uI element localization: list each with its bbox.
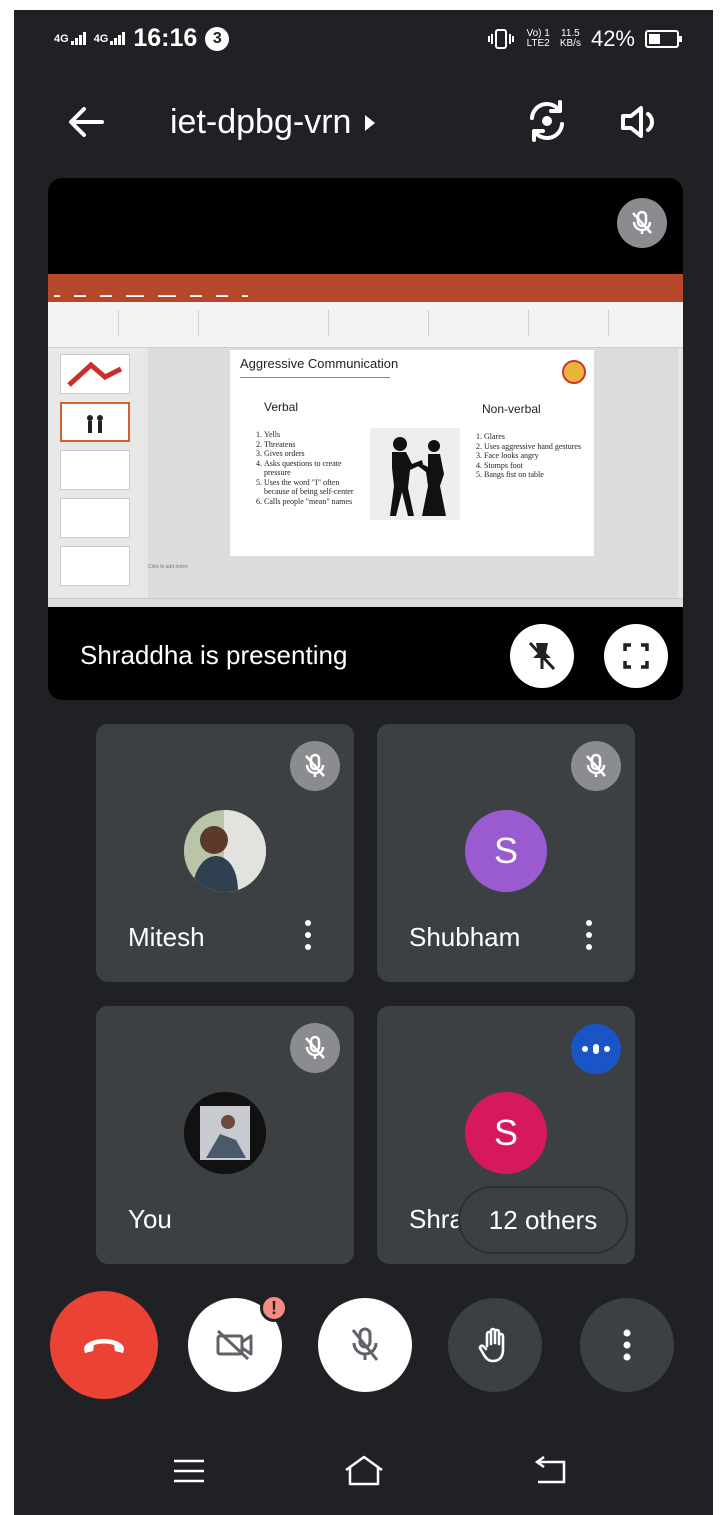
raise-hand-button[interactable]	[448, 1298, 542, 1392]
others-button[interactable]: 12 others	[460, 1188, 626, 1252]
slide-thumbnail	[60, 354, 130, 394]
recents-menu-icon[interactable]	[172, 1458, 206, 1484]
participant-name: Mitesh	[128, 922, 205, 952]
speaking-indicator-icon	[571, 1024, 621, 1074]
participant-tile-self[interactable]: You	[96, 1006, 354, 1264]
more-vert-icon[interactable]	[296, 916, 320, 954]
nonverbal-list: Glares Uses aggressive hand gestures Fac…	[470, 432, 588, 480]
fullscreen-icon[interactable]	[604, 624, 668, 688]
argument-silhouette-image	[370, 428, 460, 520]
more-options-icon	[623, 1329, 631, 1361]
ppt-ribbon	[48, 302, 683, 348]
meeting-code: iet-dpbg-vrn	[170, 103, 352, 141]
meeting-title[interactable]: iet-dpbg-vrn	[170, 103, 376, 142]
participant-name: Shra	[409, 1204, 464, 1234]
slide-notes: Click to add notes	[148, 564, 188, 570]
caret-right-icon	[365, 114, 376, 131]
mic-off-icon	[351, 1327, 379, 1361]
raise-hand-icon	[478, 1327, 505, 1363]
camera-button[interactable]: !	[188, 1294, 288, 1392]
unpin-icon[interactable]	[510, 624, 574, 688]
battery-icon	[645, 30, 682, 48]
participant-name: Shubham	[409, 922, 521, 952]
slide-canvas: Aggressive Communication Verbal Non-verb…	[148, 348, 678, 598]
presenter-label: Shraddha is presenting	[80, 640, 348, 670]
more-options-button[interactable]	[580, 1298, 674, 1392]
avatar: S	[465, 810, 547, 892]
clock: 16:16	[133, 24, 198, 52]
microphone-button[interactable]	[318, 1298, 412, 1392]
back-arrow-icon[interactable]	[64, 100, 108, 144]
participant-name: You	[128, 1204, 172, 1234]
battery-percent: 42%	[590, 26, 635, 51]
ppt-status-bar	[48, 598, 683, 607]
vibrate-icon	[488, 29, 515, 49]
back-nav-icon[interactable]	[532, 1456, 568, 1486]
current-slide: Aggressive Communication Verbal Non-verb…	[230, 350, 594, 556]
nonverbal-heading: Non-verbal	[482, 402, 541, 416]
signal-1-icon: 4G	[54, 32, 86, 45]
volte-indicator: Vo) 1 LTE2	[526, 28, 550, 49]
ppt-ribbon-tabs: ▬ ▬▬ ▬▬ ▬▬▬ ▬▬▬ ▬▬ ▬▬ ▬	[48, 290, 683, 302]
ppt-titlebar	[48, 274, 683, 290]
slide-thumbnail-selected	[60, 402, 130, 442]
participant-tile[interactable]: Mitesh	[96, 724, 354, 982]
signal-2-icon: 4G	[94, 32, 126, 45]
participant-tile[interactable]: S Shubham	[377, 724, 635, 982]
speaker-icon[interactable]	[618, 100, 662, 144]
avatar	[184, 1092, 266, 1174]
slide-thumbnails	[48, 348, 144, 598]
notification-badge: 3	[205, 26, 230, 51]
end-call-button[interactable]	[50, 1291, 158, 1399]
meeting-header: iet-dpbg-vrn	[14, 86, 713, 156]
home-icon[interactable]	[342, 1454, 386, 1488]
muted-mic-icon	[571, 741, 621, 791]
muted-mic-icon	[290, 741, 340, 791]
muted-mic-icon	[290, 1023, 340, 1073]
slide-title: Aggressive Communication	[240, 356, 399, 371]
camera-off-icon	[216, 1329, 253, 1361]
avatar	[184, 810, 266, 892]
verbal-heading: Verbal	[264, 400, 299, 414]
status-bar: 4G 4G 16:16 3 Vo) 1 LTE2 11.5 KB/s 42%	[14, 10, 713, 66]
presentation-panel[interactable]: ▬ ▬▬ ▬▬ ▬▬▬ ▬▬▬ ▬▬ ▬▬ ▬ Aggressive Communicatio…	[48, 178, 683, 700]
slide-thumbnail	[60, 498, 130, 538]
slide-thumbnail	[60, 450, 130, 490]
avatar: S	[465, 1092, 547, 1174]
meet-screen: 4G 4G 16:16 3 Vo) 1 LTE2 11.5 KB/s 42% i…	[14, 10, 713, 1515]
more-vert-icon[interactable]	[577, 916, 601, 954]
network-speed: 11.5 KB/s	[559, 28, 581, 49]
institute-logo	[562, 360, 586, 384]
end-call-icon	[84, 1339, 124, 1353]
camera-warning-badge: !	[260, 1294, 288, 1322]
system-nav-bar	[14, 1428, 713, 1515]
verbal-list: Yells Threatens Gives orders Asks questi…	[250, 430, 366, 506]
slide-thumbnail	[60, 546, 130, 586]
switch-camera-icon[interactable]	[524, 98, 570, 144]
muted-mic-icon	[617, 198, 667, 248]
shared-screen: ▬ ▬▬ ▬▬ ▬▬▬ ▬▬▬ ▬▬ ▬▬ ▬ Aggressive Communicatio…	[48, 274, 683, 607]
